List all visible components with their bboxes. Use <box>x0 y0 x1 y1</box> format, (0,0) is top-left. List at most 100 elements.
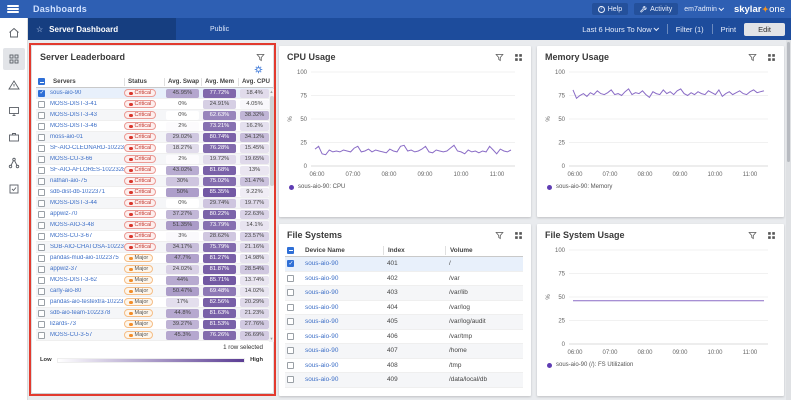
col-index[interactable]: Index <box>383 246 445 255</box>
table-row[interactable]: MOSS-DIST-3-44Critical0%29.74%19.77% <box>36 198 273 209</box>
device-link[interactable]: sous-aio-90 <box>301 260 383 267</box>
server-link[interactable]: sous-aio-90 <box>50 90 124 96</box>
sidebar-item-home[interactable] <box>3 22 25 44</box>
col-avg-swap[interactable]: Avg. Swap <box>164 78 201 86</box>
table-row[interactable]: sous-aio-90405/var/log/audit <box>285 315 523 330</box>
edit-button[interactable]: Edit <box>744 23 785 36</box>
row-checkbox[interactable] <box>287 289 294 296</box>
scroll-up-icon[interactable]: ▲ <box>269 89 274 95</box>
table-row[interactable]: SF-AIO-CLEONARD-1022321Critical18.27%76.… <box>36 143 273 154</box>
device-link[interactable]: sous-aio-90 <box>301 362 383 369</box>
row-checkbox[interactable] <box>38 145 45 152</box>
device-link[interactable]: sous-aio-90 <box>301 275 383 282</box>
table-row[interactable]: SDB-AIO-CHATOSA-1022327Critical34.17%75.… <box>36 242 273 253</box>
table-row[interactable]: carly-aio-80Major50.47%69.48%14.02% <box>36 286 273 297</box>
row-checkbox[interactable] <box>38 189 45 196</box>
table-row[interactable]: sous-aio-90403/var/lib <box>285 286 523 301</box>
row-checkbox[interactable] <box>38 222 45 229</box>
help-button[interactable]: ? Help <box>592 3 628 15</box>
filter-funnel-icon[interactable] <box>256 53 265 62</box>
device-link[interactable]: sous-aio-90 <box>301 376 383 383</box>
row-checkbox[interactable] <box>38 156 45 163</box>
hamburger-menu-icon[interactable] <box>7 5 19 13</box>
scroll-down-icon[interactable]: ▼ <box>269 336 274 342</box>
row-checkbox[interactable] <box>38 123 45 130</box>
panel-options-grid-icon[interactable] <box>767 231 776 240</box>
table-row[interactable]: lizards-73Major39.27%81.53%27.76% <box>36 319 273 330</box>
col-avg-cpu[interactable]: Avg. CPU <box>238 78 271 86</box>
col-status[interactable]: Status <box>124 78 164 86</box>
server-link[interactable]: MOSS-DIST-3-41 <box>50 101 124 107</box>
dashboard-tab[interactable]: ☆ Server Dashboard <box>28 18 176 40</box>
user-menu[interactable]: em7admin <box>684 6 724 13</box>
row-checkbox[interactable] <box>38 277 45 284</box>
table-row[interactable]: sdb-aio-team-1022378Major44.8%81.63%21.2… <box>36 308 273 319</box>
col-servers[interactable]: Servers <box>50 78 124 86</box>
table-row[interactable]: nathan-aio-75Critical30%75.02%31.47% <box>36 176 273 187</box>
row-checkbox[interactable] <box>38 90 45 97</box>
activity-button[interactable]: Activity <box>634 3 678 15</box>
time-range-selector[interactable]: Last 6 Hours To Now <box>582 25 658 34</box>
server-link[interactable]: MOSS-CU-3-67 <box>50 233 124 239</box>
table-row[interactable]: sous-aio-90407/home <box>285 344 523 359</box>
row-checkbox[interactable] <box>38 332 45 339</box>
row-checkbox[interactable] <box>287 275 294 282</box>
device-link[interactable]: sous-aio-90 <box>301 318 383 325</box>
sidebar-item-devices[interactable] <box>3 100 25 122</box>
row-checkbox[interactable] <box>287 304 294 311</box>
favorite-star-icon[interactable]: ☆ <box>36 25 43 34</box>
device-link[interactable]: sous-aio-90 <box>301 333 383 340</box>
sidebar-item-maps[interactable] <box>3 152 25 174</box>
server-link[interactable]: MOSS-CU-3-57 <box>50 332 124 338</box>
col-avg-mem[interactable]: Avg. Mem <box>201 78 238 86</box>
filter-funnel-icon[interactable] <box>748 231 757 240</box>
panel-options-grid-icon[interactable] <box>514 231 523 240</box>
filter-funnel-icon[interactable] <box>748 53 757 62</box>
col-volume[interactable]: Volume <box>445 246 523 255</box>
select-all-checkbox[interactable] <box>287 247 294 254</box>
device-link[interactable]: sous-aio-90 <box>301 289 383 296</box>
filter-funnel-icon[interactable] <box>495 231 504 240</box>
row-checkbox[interactable] <box>38 101 45 108</box>
table-row[interactable]: MOSS-AIO-3-48Critical51.35%73.79%14.1% <box>36 220 273 231</box>
row-checkbox[interactable] <box>38 288 45 295</box>
server-link[interactable]: appwiz-37 <box>50 266 124 272</box>
table-row[interactable]: pandas-aio-testextra-1022377Major17%82.5… <box>36 297 273 308</box>
server-link[interactable]: pandas-aio-testextra-1022377 <box>50 299 124 305</box>
row-checkbox[interactable] <box>38 178 45 185</box>
server-link[interactable]: moss-aio-01 <box>50 134 124 140</box>
table-row[interactable]: SF-AIO-AFLORES-1022328Critical43.02%81.6… <box>36 165 273 176</box>
row-checkbox[interactable] <box>287 260 294 267</box>
table-row[interactable]: sous-aio-90408/tmp <box>285 359 523 374</box>
server-link[interactable]: lizards-73 <box>50 321 124 327</box>
row-checkbox[interactable] <box>287 318 294 325</box>
row-checkbox[interactable] <box>287 376 294 383</box>
server-link[interactable]: SF-AIO-AFLORES-1022328 <box>50 167 124 173</box>
row-checkbox[interactable] <box>38 167 45 174</box>
table-row[interactable]: sous-aio-90401/ <box>285 257 523 272</box>
device-link[interactable]: sous-aio-90 <box>301 347 383 354</box>
row-checkbox[interactable] <box>38 299 45 306</box>
server-link[interactable]: sdb-aio-team-1022378 <box>50 310 124 316</box>
table-row[interactable]: sous-aio-90402/var <box>285 272 523 287</box>
row-checkbox[interactable] <box>38 134 45 141</box>
table-row[interactable]: sdb-dist-db-1022371Critical50%85.35%9.22… <box>36 187 273 198</box>
server-link[interactable]: MOSS-DIST-3-44 <box>50 200 124 206</box>
filter-button[interactable]: Filter (1) <box>676 25 704 34</box>
server-link[interactable]: MOSS-DIST-3-62 <box>50 277 124 283</box>
row-checkbox[interactable] <box>38 200 45 207</box>
table-row[interactable]: MOSS-DIST-3-43Critical0%62.63%38.32% <box>36 110 273 121</box>
row-checkbox[interactable] <box>38 112 45 119</box>
table-row[interactable]: MOSS-DIST-3-62Major44%85.71%13.74% <box>36 275 273 286</box>
row-checkbox[interactable] <box>287 362 294 369</box>
panel-options-grid-icon[interactable] <box>514 53 523 62</box>
row-checkbox[interactable] <box>38 255 45 262</box>
table-row[interactable]: sous-aio-90Critical45.95%77.72%18.4% <box>36 88 273 99</box>
table-row[interactable]: appwiz-70Critical37.27%80.22%22.63% <box>36 209 273 220</box>
panel-options-grid-icon[interactable] <box>767 53 776 62</box>
server-link[interactable]: carly-aio-80 <box>50 288 124 294</box>
row-checkbox[interactable] <box>38 266 45 273</box>
table-scrollbar[interactable]: ▲ ▼ <box>269 89 274 342</box>
table-row[interactable]: moss-aio-01Critical29.02%80.74%34.12% <box>36 132 273 143</box>
filter-funnel-icon[interactable] <box>495 53 504 62</box>
